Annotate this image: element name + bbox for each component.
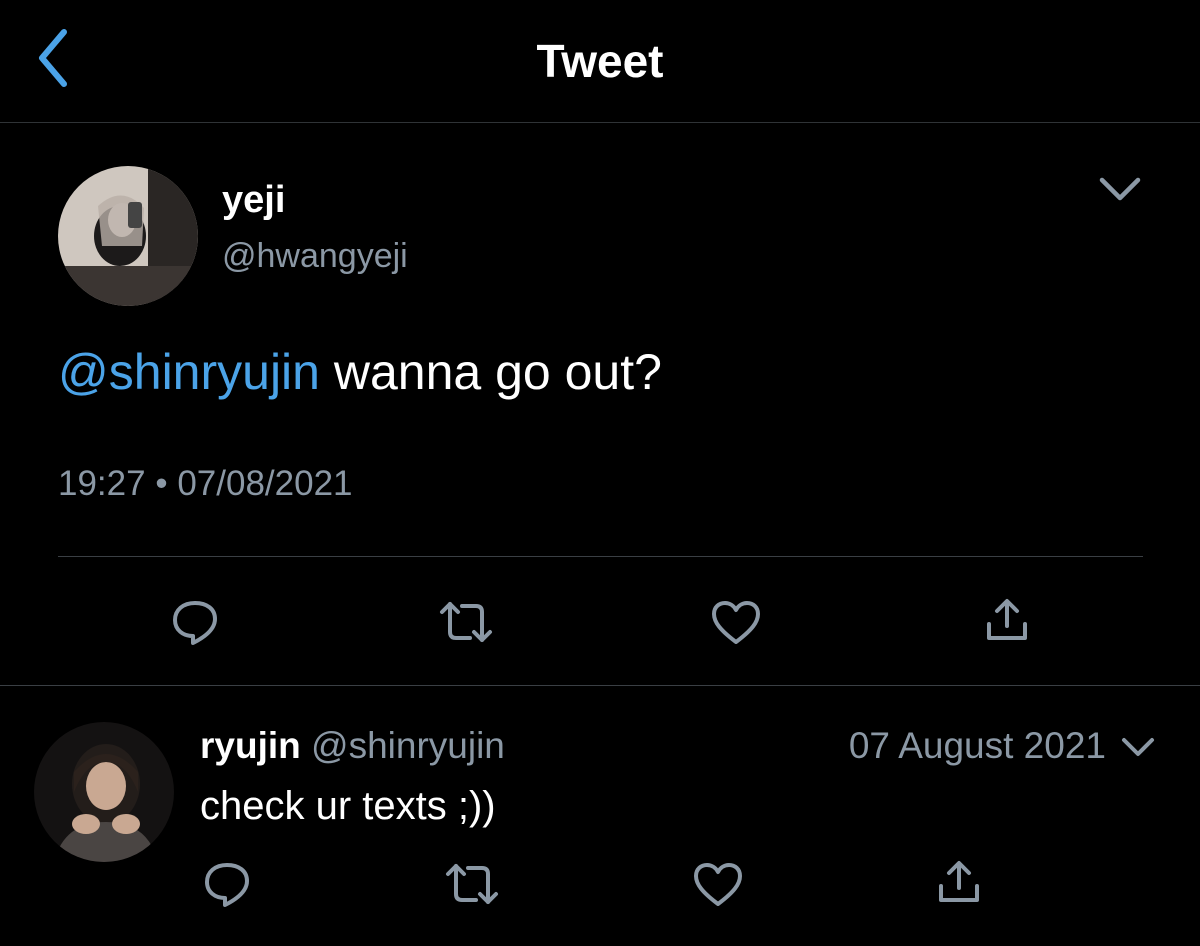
reply-author-name[interactable]: ryujin — [200, 725, 301, 766]
reply-button[interactable] — [170, 598, 220, 646]
page-title: Tweet — [536, 35, 664, 87]
tweet-text: @shinryujin wanna go out? — [58, 338, 662, 406]
retweet-icon — [446, 864, 498, 904]
reply-author[interactable]: ryujin @shinryujin — [200, 724, 505, 768]
reply-author-handle[interactable]: @shinryujin — [311, 725, 505, 766]
tweet-date: 07/08/2021 — [177, 464, 353, 503]
dot-separator: • — [155, 464, 168, 503]
divider — [58, 556, 1143, 557]
tweet-timestamp: 19:27 • 07/08/2021 — [58, 462, 353, 506]
like-button[interactable] — [710, 600, 762, 646]
like-icon — [694, 863, 742, 906]
tweet-options-button[interactable] — [1096, 168, 1144, 212]
share-button[interactable] — [936, 860, 982, 906]
avatar[interactable] — [58, 166, 198, 306]
reply-date: 07 August 2021 — [848, 725, 1106, 766]
like-button[interactable] — [692, 862, 744, 908]
author-handle[interactable]: @hwangyeji — [222, 234, 408, 278]
reply-options-button[interactable] — [1118, 728, 1158, 766]
reply-text: check ur texts ;)) — [200, 784, 496, 828]
retweet-icon — [440, 602, 492, 642]
chevron-down-icon — [1099, 177, 1141, 201]
author-name[interactable]: yeji — [222, 178, 285, 222]
tweet-body: wanna go out? — [319, 344, 662, 400]
retweet-button[interactable] — [444, 862, 500, 906]
avatar[interactable] — [34, 722, 174, 862]
reply-icon — [173, 601, 217, 645]
share-icon — [939, 861, 979, 902]
reply-button[interactable] — [202, 860, 252, 908]
tweet-time: 19:27 — [58, 464, 146, 503]
reply-icon — [205, 863, 249, 907]
like-icon — [712, 601, 760, 644]
divider — [0, 685, 1200, 686]
retweet-button[interactable] — [438, 600, 494, 644]
chevron-down-icon — [1122, 738, 1154, 756]
share-button[interactable] — [984, 598, 1030, 644]
mention-link[interactable]: @shinryujin — [58, 344, 320, 400]
share-icon — [987, 599, 1027, 640]
